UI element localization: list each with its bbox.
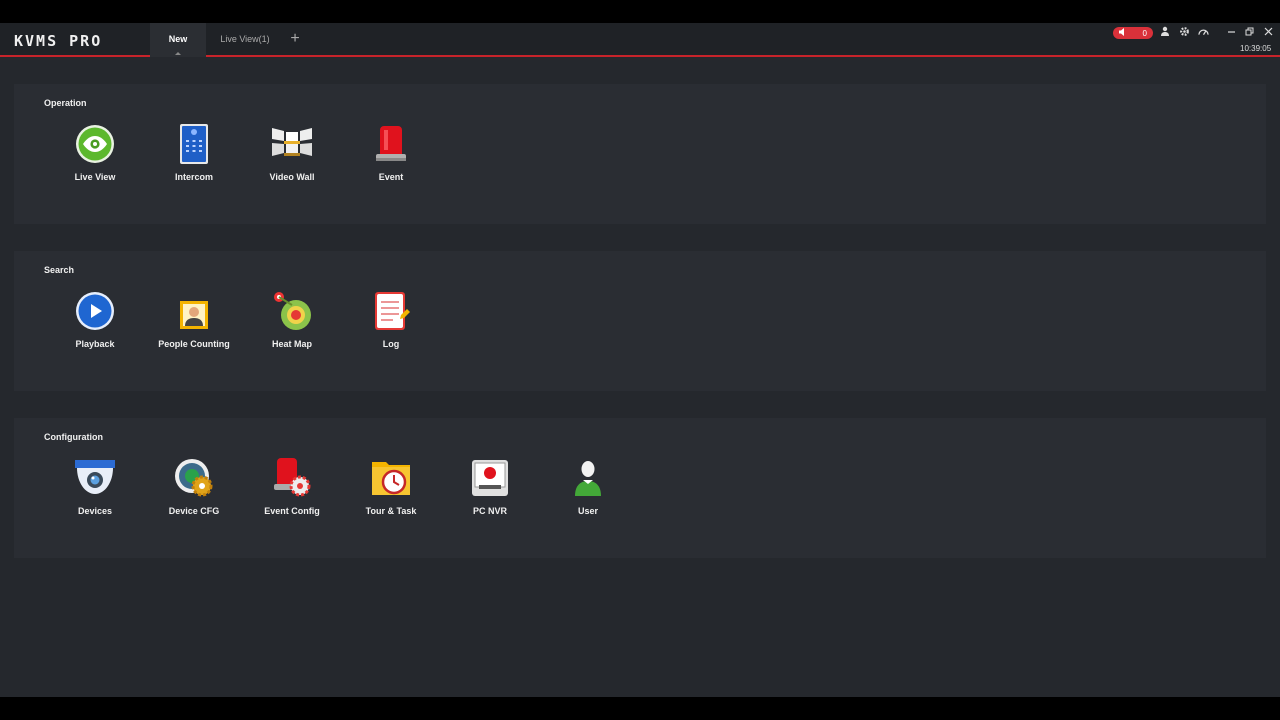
tile-label: People Counting [158,339,230,349]
clock: 10:39:05 [1240,44,1272,53]
alarm-count: 0 [1142,28,1147,38]
playback-tile[interactable]: Playback [50,291,140,355]
tile-label: Devices [77,506,113,516]
user-icon[interactable] [1158,26,1172,40]
tile-label: Intercom [174,172,213,182]
log-icon [371,291,411,331]
intercom-icon [174,124,214,164]
tile-label: Video Wall [269,172,315,182]
alarm-light-icon [371,124,411,164]
event-tile[interactable]: Event [346,124,436,188]
user-green-icon [568,458,608,498]
alarm-counter-button[interactable]: 0 [1113,27,1153,39]
tab-new-label: New [168,34,188,44]
app-logo: KVMS PRO [14,32,103,50]
log-tile[interactable]: Log [346,291,436,355]
person-icon [174,291,214,331]
title-bar: KVMS PRO New Live View(1) + 0 10:39:05 [0,23,1280,57]
gear-icon[interactable] [1177,26,1191,40]
tile-label: Device CFG [168,506,220,516]
section-search: Search Playback People Counting Heat Map [14,251,1266,391]
video-wall-tile[interactable]: Video Wall [247,124,337,188]
tab-live-view[interactable]: Live View(1) [210,23,280,57]
section-title: Configuration [44,432,103,442]
device-config-icon [174,458,214,498]
section-title: Search [44,265,75,275]
event-config-tile[interactable]: Event Config [247,458,337,522]
tile-label: Event Config [264,506,320,516]
tab-new[interactable]: New [150,23,206,57]
live-view-tile[interactable]: Live View [50,124,140,188]
tile-label: Tour & Task [365,506,417,516]
tile-label: Log [382,339,400,349]
speaker-icon [1119,28,1128,38]
tile-label: Heat Map [271,339,312,349]
minimize-icon[interactable] [1224,26,1238,40]
pc-nvr-tile[interactable]: PC NVR [445,458,535,522]
tile-label: PC NVR [472,506,507,516]
camera-icon [75,458,115,498]
tile-label: Live View [74,172,116,182]
clock-folder-icon [371,458,411,498]
people-counting-tile[interactable]: People Counting [149,291,239,355]
tile-label: User [577,506,598,516]
play-icon [75,291,115,331]
restore-icon[interactable] [1242,26,1256,40]
video-wall-icon [272,124,312,164]
tile-label: Playback [75,339,115,349]
kvms-app-window: KVMS PRO New Live View(1) + 0 10:39:05 O… [0,23,1280,697]
caret-up-icon [175,52,181,55]
tile-label: Event [378,172,404,182]
section-title: Operation [44,98,87,108]
section-operation: Operation Live View Intercom Video Wall [14,84,1266,224]
close-icon[interactable] [1261,26,1275,40]
pc-nvr-icon [470,458,510,498]
tab-live-view-label: Live View(1) [220,34,270,44]
event-config-icon [272,458,312,498]
heat-map-tile[interactable]: Heat Map [247,291,337,355]
tour-task-tile[interactable]: Tour & Task [346,458,436,522]
user-tile[interactable]: User [543,458,633,522]
screen-frame: KVMS PRO New Live View(1) + 0 10:39:05 O… [0,0,1280,720]
gauge-icon[interactable] [1196,26,1210,40]
intercom-tile[interactable]: Intercom [149,124,239,188]
eye-icon [75,124,115,164]
devices-tile[interactable]: Devices [50,458,140,522]
add-tab-button[interactable]: + [286,29,304,49]
heat-map-icon [272,291,312,331]
section-configuration: Configuration Devices Device CFG Event C… [14,418,1266,558]
device-cfg-tile[interactable]: Device CFG [149,458,239,522]
